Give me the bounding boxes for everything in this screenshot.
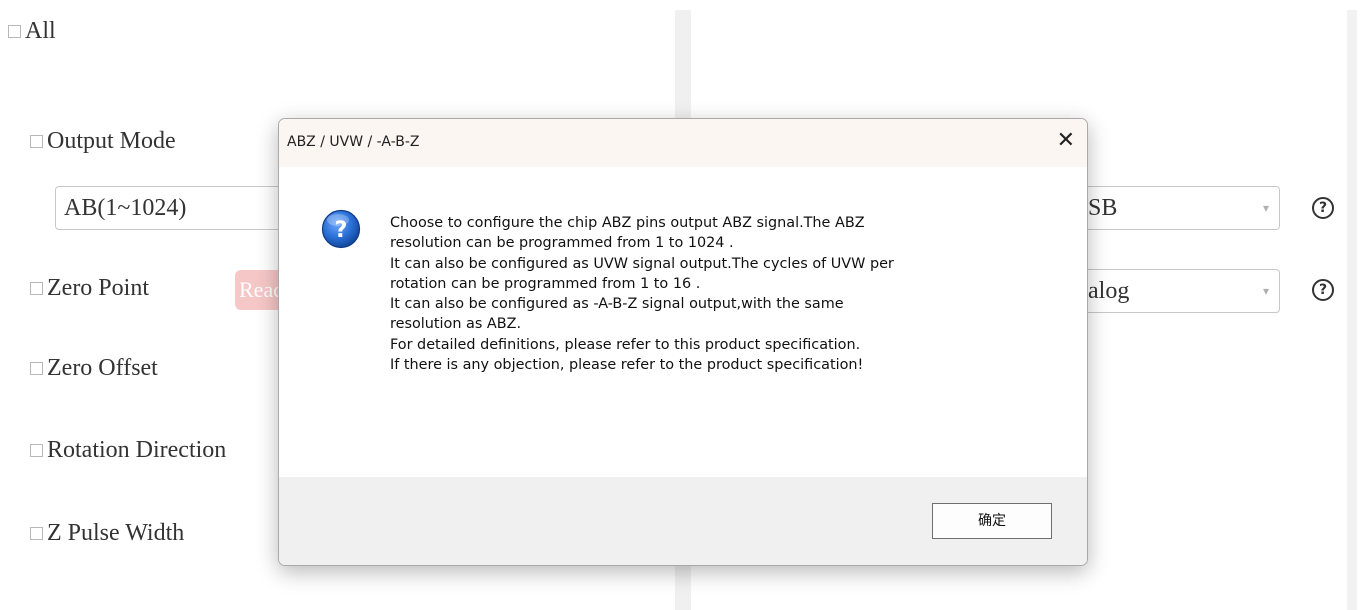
zero-offset-checkbox[interactable]: [30, 362, 43, 375]
message-line: Choose to configure the chip ABZ pins ou…: [390, 215, 865, 231]
message-line: resolution can be programmed from 1 to 1…: [390, 235, 734, 252]
zero-point-row[interactable]: Zero Point: [30, 275, 149, 302]
dialog-body: ? Choose to configure the chip ABZ pins …: [279, 167, 1087, 477]
chevron-down-icon: ▾: [1262, 201, 1269, 215]
dialog-footer: 确定: [279, 477, 1087, 565]
chevron-down-icon: ▾: [1262, 284, 1269, 298]
output-mode-row[interactable]: Output Mode: [30, 128, 176, 155]
svg-text:?: ?: [335, 218, 348, 243]
output-mode-value: AB(1~1024): [64, 195, 187, 221]
message-line: For detailed definitions, please refer t…: [390, 336, 861, 353]
rotation-direction-checkbox[interactable]: [30, 444, 43, 457]
dialog-titlebar[interactable]: ABZ / UVW / -A-B-Z ✕: [279, 119, 1087, 167]
message-line: It can also be configured as UVW signal …: [390, 255, 894, 272]
right-select-1-value: SB: [1088, 195, 1118, 221]
question-icon: ?: [321, 209, 361, 249]
message-line: If there is any objection, please refer …: [390, 357, 864, 374]
ok-button[interactable]: 确定: [932, 503, 1052, 539]
right-select-2[interactable]: alog ▾: [1080, 269, 1280, 313]
message-line: resolution as ABZ.: [390, 316, 522, 333]
message-dialog: ABZ / UVW / -A-B-Z ✕ ? Choose to configu…: [278, 118, 1088, 566]
dialog-message: Choose to configure the chip ABZ pins ou…: [390, 213, 1040, 375]
zero-offset-row[interactable]: Zero Offset: [30, 355, 158, 382]
z-pulse-width-row[interactable]: Z Pulse Width: [30, 520, 184, 547]
close-icon[interactable]: ✕: [1057, 127, 1075, 155]
all-checkbox-row[interactable]: All: [8, 18, 56, 45]
message-line: It can also be configured as -A-B-Z sign…: [390, 296, 844, 313]
right-panel-edge: [1347, 10, 1357, 610]
message-line: rotation can be programmed from 1 to 16 …: [390, 275, 701, 292]
zero-point-label: Zero Point: [47, 275, 149, 301]
zero-offset-label: Zero Offset: [47, 355, 158, 381]
right-select-2-value: alog: [1088, 278, 1130, 304]
rotation-direction-row[interactable]: Rotation Direction: [30, 437, 226, 464]
all-label: All: [25, 18, 56, 44]
output-mode-label: Output Mode: [47, 128, 176, 154]
rotation-direction-label: Rotation Direction: [47, 437, 227, 463]
zero-point-checkbox[interactable]: [30, 282, 43, 295]
all-checkbox[interactable]: [8, 25, 21, 38]
dialog-title: ABZ / UVW / -A-B-Z: [287, 134, 420, 150]
help-icon[interactable]: ?: [1312, 197, 1334, 219]
output-mode-select[interactable]: AB(1~1024): [55, 186, 295, 230]
right-select-1[interactable]: SB ▾: [1080, 186, 1280, 230]
output-mode-checkbox[interactable]: [30, 135, 43, 148]
z-pulse-width-checkbox[interactable]: [30, 527, 43, 540]
z-pulse-width-label: Z Pulse Width: [47, 520, 185, 546]
help-icon[interactable]: ?: [1312, 279, 1334, 301]
